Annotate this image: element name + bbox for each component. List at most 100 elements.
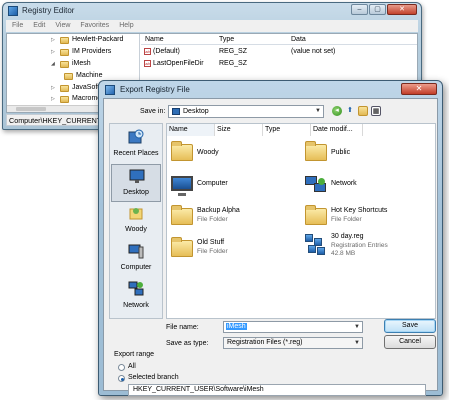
close-button[interactable]: ✕ — [387, 4, 417, 15]
desktop-icon — [129, 169, 145, 183]
expand-arrow-icon[interactable]: ▷ — [51, 35, 57, 45]
save-in-dropdown[interactable]: Desktop ▼ — [168, 105, 324, 118]
string-value-icon: ab — [144, 59, 151, 67]
string-value-icon: ab — [144, 47, 151, 55]
tree-item-label: Macrome — [72, 95, 102, 102]
folder-icon — [64, 72, 73, 80]
expand-arrow-icon[interactable]: ▷ — [51, 83, 57, 93]
place-label: Desktop — [123, 189, 149, 196]
view-menu-icon[interactable]: ▦ — [371, 106, 381, 116]
value-type: REG_SZ — [219, 48, 248, 55]
expand-arrow-icon[interactable]: ▷ — [51, 47, 57, 57]
registry-title: Registry Editor — [22, 6, 75, 15]
collapse-arrow-icon[interactable]: ◢ — [51, 59, 57, 69]
place-desktop[interactable]: Desktop — [111, 164, 161, 202]
value-type: REG_SZ — [219, 60, 248, 67]
column-type[interactable]: Type — [263, 124, 311, 136]
back-icon[interactable]: ◂ — [332, 106, 342, 116]
folder-icon — [305, 205, 327, 225]
maximize-button[interactable]: ▢ — [369, 4, 386, 15]
place-network[interactable]: Network — [111, 278, 161, 316]
place-label: Network — [123, 302, 149, 309]
tree-item-hewlett-packard[interactable]: ▷ Hewlett-Packard — [51, 35, 123, 45]
save-as-type-value: Registration Files (*.reg) — [227, 339, 303, 346]
tree-item-label: Machine — [76, 72, 103, 79]
chevron-down-icon[interactable]: ▼ — [315, 106, 321, 117]
file-item-name: Computer — [197, 180, 228, 187]
menu-edit[interactable]: Edit — [33, 20, 45, 32]
file-name-input[interactable]: iMesh ▼ — [223, 321, 363, 333]
value-data: (value not set) — [291, 48, 336, 55]
new-folder-icon[interactable] — [358, 106, 368, 116]
export-registry-dialog: Export Registry File ✕ Save in: Desktop … — [98, 80, 443, 396]
value-row[interactable]: ab LastOpenFileDir REG_SZ — [141, 59, 417, 69]
file-name-value: iMesh — [226, 323, 247, 330]
menu-file[interactable]: File — [12, 20, 23, 32]
column-data[interactable]: Data — [291, 36, 306, 43]
chevron-down-icon[interactable]: ▼ — [354, 322, 360, 332]
folder-icon — [60, 36, 69, 44]
place-woody[interactable]: Woody — [111, 202, 161, 240]
computer-icon — [128, 244, 144, 259]
save-as-type-dropdown[interactable]: Registration Files (*.reg) ▼ — [223, 337, 363, 349]
tree-item-machine[interactable]: Machine — [64, 71, 102, 81]
column-name[interactable]: Name — [145, 36, 164, 43]
export-range-title: Export range — [114, 351, 155, 358]
column-size[interactable]: Size — [215, 124, 263, 136]
tree-item-macromedia[interactable]: ▷ Macrome — [51, 94, 101, 104]
registry-title-bar[interactable]: Registry Editor – ▢ ✕ — [3, 3, 421, 19]
place-recent-places[interactable]: Recent Places — [111, 126, 161, 164]
computer-icon — [171, 176, 193, 196]
up-folder-icon[interactable]: ⬆ — [345, 106, 355, 116]
file-item-30-day-reg[interactable]: 30 day.reg Registration Entries 42.8 MB — [303, 230, 433, 270]
column-type[interactable]: Type — [219, 36, 234, 43]
file-item-name: Woody — [197, 149, 219, 156]
save-button[interactable]: Save — [384, 319, 436, 333]
radio-selected-branch[interactable] — [118, 375, 125, 382]
tree-item-label: IM Providers — [72, 48, 112, 55]
file-item-type: File Folder — [197, 248, 228, 255]
place-label: Computer — [120, 264, 152, 271]
tree-item-im-providers[interactable]: ▷ IM Providers — [51, 47, 111, 57]
file-name-label: File name: — [166, 324, 199, 331]
column-name[interactable]: Name — [167, 124, 215, 136]
tree-item-javasoft[interactable]: ▷ JavaSoft — [51, 83, 99, 93]
file-item-name: Hot Key Shortcuts — [331, 207, 388, 214]
tree-item-imesh[interactable]: ◢ iMesh — [51, 59, 91, 69]
menu-favorites[interactable]: Favorites — [80, 20, 109, 32]
user-folder-icon — [129, 208, 143, 220]
expand-arrow-icon[interactable]: ▷ — [51, 94, 57, 104]
place-label: Woody — [125, 226, 147, 233]
file-item-name: Backup Alpha — [197, 207, 240, 214]
value-name: (Default) — [153, 48, 180, 55]
menu-view[interactable]: View — [55, 20, 70, 32]
menu-help[interactable]: Help — [119, 20, 133, 32]
value-row[interactable]: ab (Default) REG_SZ (value not set) — [141, 47, 417, 57]
reg-file-icon — [305, 234, 327, 256]
file-item-name: Public — [331, 149, 351, 156]
dialog-title-bar[interactable]: Export Registry File ✕ — [99, 81, 442, 98]
dialog-client-area: Save in: Desktop ▼ ◂ ⬆ ▦ Recent Places D… — [103, 98, 438, 396]
minimize-button[interactable]: – — [351, 4, 368, 15]
file-item-size: 42.8 MB — [331, 250, 356, 257]
place-label: Recent Places — [113, 150, 159, 157]
scrollbar-thumb[interactable] — [16, 107, 46, 111]
place-computer[interactable]: Computer — [111, 240, 161, 278]
network-icon — [128, 281, 144, 296]
tree-item-label: Hewlett-Packard — [72, 36, 124, 43]
file-item-type: File Folder — [197, 216, 228, 223]
cancel-button[interactable]: Cancel — [384, 335, 436, 349]
file-item-old-stuff[interactable]: Old Stuff File Folder — [169, 234, 299, 274]
registry-menu-bar: File Edit View Favorites Help — [6, 20, 418, 32]
dialog-close-button[interactable]: ✕ — [401, 83, 437, 95]
chevron-down-icon[interactable]: ▼ — [354, 338, 360, 348]
network-icon — [305, 176, 327, 194]
column-date-modified[interactable]: Date modif... — [311, 124, 363, 136]
selected-branch-input[interactable]: HKEY_CURRENT_USER\Software\iMesh — [128, 384, 426, 396]
value-name-cell: ab LastOpenFileDir — [144, 59, 204, 69]
folder-icon — [60, 84, 69, 92]
radio-all[interactable] — [118, 364, 125, 371]
recent-places-icon — [128, 129, 144, 144]
folder-icon — [171, 237, 193, 257]
file-item-name: Network — [331, 180, 357, 187]
